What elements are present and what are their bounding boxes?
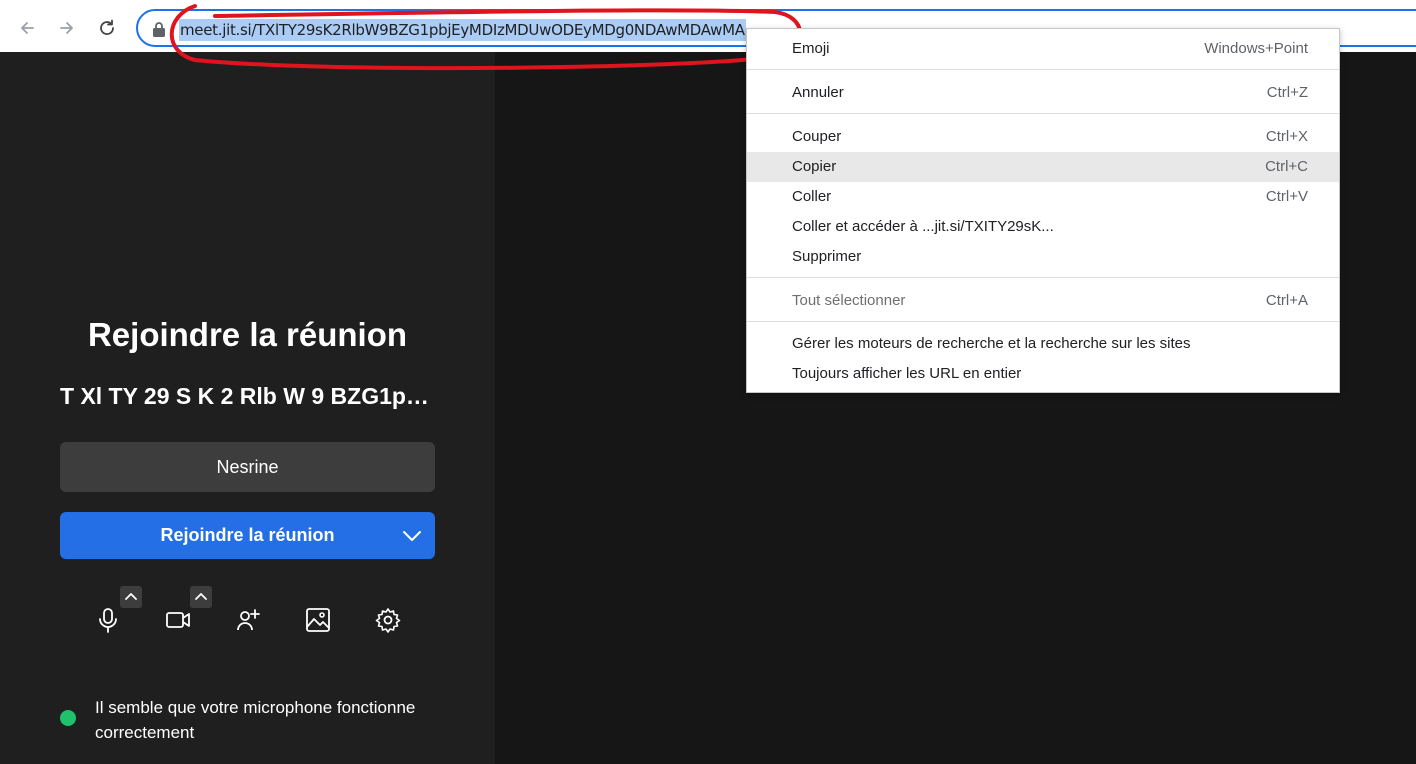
menu-separator: [747, 321, 1339, 322]
camera-icon: [166, 612, 190, 628]
audio-settings-toggle[interactable]: [120, 586, 142, 608]
menu-item-label: Tout sélectionner: [792, 292, 906, 309]
menu-item-label: Coller: [792, 188, 832, 205]
menu-item-label: Gérer les moteurs de recherche et la rec…: [792, 335, 1191, 352]
reload-button[interactable]: [91, 12, 123, 44]
menu-item-label: Copier: [792, 158, 837, 175]
chevron-down-icon: [403, 530, 421, 541]
menu-item-shortcut: Ctrl+A: [1265, 292, 1308, 309]
menu-item-manage-search-engines[interactable]: Gérer les moteurs de recherche et la rec…: [747, 329, 1339, 359]
menu-item-label: Toujours afficher les URL en entier: [792, 365, 1022, 382]
arrow-left-icon: [21, 22, 34, 34]
arrow-right-icon: [60, 22, 73, 34]
lock-icon: [153, 22, 165, 37]
gear-icon: [375, 608, 401, 633]
menu-item-label: Supprimer: [792, 248, 862, 265]
menu-item-paste-and-go[interactable]: Coller et accéder à ...jit.si/TXITY29sK.…: [747, 212, 1339, 242]
settings-button[interactable]: [368, 600, 408, 640]
chevron-up-icon: [195, 593, 207, 600]
menu-separator: [747, 69, 1339, 70]
join-meeting-label: Rejoindre la réunion: [160, 525, 335, 545]
reload-icon: [100, 19, 114, 35]
room-name: T Xl TY 29 S K 2 Rlb W 9 BZG1pbjEyMDIzMD…: [60, 383, 435, 409]
join-meeting-button[interactable]: Rejoindre la réunion: [60, 512, 435, 559]
menu-item-select-all[interactable]: Tout sélectionner Ctrl+A: [747, 286, 1339, 316]
microphone-icon: [99, 608, 117, 633]
forward-button[interactable]: [51, 12, 83, 44]
context-menu: Emoji Windows+Point Annuler Ctrl+Z Coupe…: [746, 28, 1340, 393]
menu-item-annuler[interactable]: Annuler Ctrl+Z: [747, 78, 1339, 108]
menu-item-shortcut: Windows+Point: [1204, 40, 1308, 57]
invite-button[interactable]: [228, 600, 268, 640]
prejoin-panel: Rejoindre la réunion T Xl TY 29 S K 2 Rl…: [0, 52, 495, 764]
display-name-input[interactable]: [60, 442, 435, 492]
video-settings-toggle[interactable]: [190, 586, 212, 608]
menu-item-label: Annuler: [792, 84, 844, 101]
menu-separator: [747, 277, 1339, 278]
mic-status-text: Il semble que votre microphone fonctionn…: [95, 698, 416, 742]
background-icon: [306, 608, 330, 632]
menu-item-label: Couper: [792, 128, 842, 145]
menu-separator: [747, 113, 1339, 114]
menu-item-shortcut: Ctrl+C: [1265, 158, 1308, 175]
menu-item-always-show-full-urls[interactable]: Toujours afficher les URL en entier: [747, 359, 1339, 389]
menu-item-supprimer[interactable]: Supprimer: [747, 242, 1339, 272]
background-button[interactable]: [298, 600, 338, 640]
menu-item-shortcut: Ctrl+V: [1265, 188, 1308, 205]
menu-item-shortcut: Ctrl+X: [1265, 128, 1308, 145]
menu-item-copier[interactable]: Copier Ctrl+C: [747, 152, 1339, 182]
menu-item-label: Emoji: [792, 40, 830, 57]
invite-icon: [237, 609, 260, 631]
page-title: Rejoindre la réunion: [87, 316, 408, 353]
menu-item-couper[interactable]: Couper Ctrl+X: [747, 122, 1339, 152]
menu-item-shortcut: Ctrl+Z: [1266, 84, 1308, 101]
status-ok-icon: [60, 710, 76, 726]
menu-item-label: Coller et accéder à ...jit.si/TXITY29sK.…: [792, 218, 1054, 235]
address-bar-url[interactable]: meet.jit.si/TXlTY29sK2RlbW9BZG1pbjEyMDIz…: [179, 19, 746, 41]
back-button[interactable]: [11, 12, 43, 44]
menu-item-emoji[interactable]: Emoji Windows+Point: [747, 34, 1339, 64]
menu-item-coller[interactable]: Coller Ctrl+V: [747, 182, 1339, 212]
chevron-up-icon: [125, 593, 137, 600]
join-options-dropdown[interactable]: [389, 512, 435, 559]
